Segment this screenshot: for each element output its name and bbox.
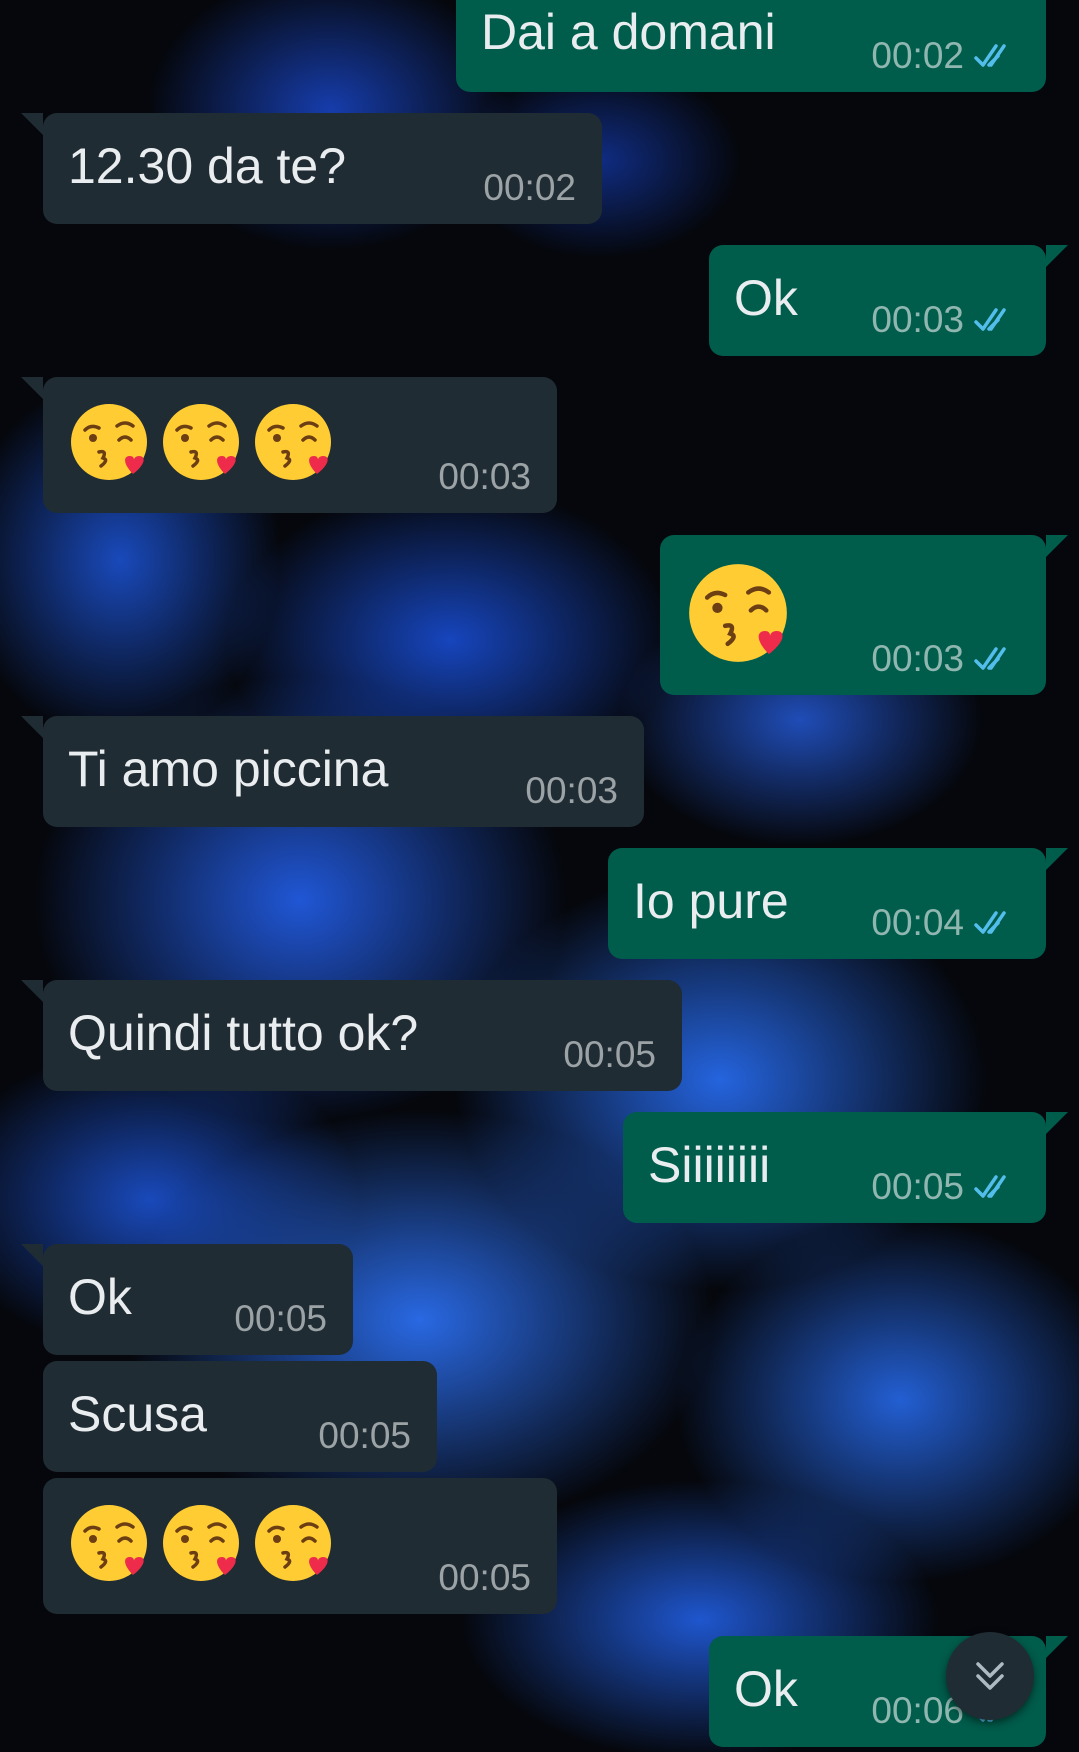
face-blowing-a-kiss-icon <box>163 404 239 480</box>
message-meta: 00:05 <box>563 1035 656 1075</box>
message-meta: 00:02 <box>483 168 576 208</box>
message-meta: 00:03 <box>438 457 531 497</box>
message-text: Siiiiiiii <box>648 1137 771 1193</box>
double-check-icon <box>974 645 1020 673</box>
message-bubble-incoming[interactable]: 00:05 <box>43 1478 557 1614</box>
message-meta: 00:04 <box>871 903 1020 943</box>
message-time: 00:04 <box>871 902 964 943</box>
message-time: 00:02 <box>483 167 576 208</box>
message-time: 00:05 <box>318 1415 411 1456</box>
message-text: Ok <box>734 270 798 326</box>
message-bubble-incoming[interactable]: 12.30 da te? 00:02 <box>21 113 602 224</box>
message-time: 00:05 <box>234 1298 327 1339</box>
face-blowing-a-kiss-icon <box>163 1505 239 1581</box>
message-bubble-incoming[interactable]: Ok 00:05 <box>21 1244 353 1355</box>
message-time: 00:06 <box>871 1690 964 1731</box>
message-meta: 00:05 <box>871 1167 1020 1207</box>
scroll-to-bottom-button[interactable] <box>946 1632 1034 1720</box>
message-bubble-outgoing[interactable]: Ok 00:03 <box>709 245 1068 356</box>
message-text: Io pure <box>633 873 789 929</box>
message-time: 00:03 <box>871 299 964 340</box>
message-bubble-incoming[interactable]: Scusa 00:05 <box>43 1361 437 1472</box>
face-blowing-a-kiss-icon <box>71 404 147 480</box>
message-text: Quindi tutto ok? <box>68 1005 419 1061</box>
message-bubble-incoming[interactable]: 00:03 <box>21 377 557 513</box>
message-bubble-outgoing[interactable]: Dai a domani 00:02 <box>456 0 1046 92</box>
message-meta: 00:03 <box>525 771 618 811</box>
message-text: 12.30 da te? <box>68 138 347 194</box>
message-list[interactable]: Dai a domani 00:02 12.30 da te? 00:02 Ok… <box>0 0 1079 1752</box>
message-bubble-outgoing[interactable]: 00:03 <box>660 535 1068 695</box>
message-meta: 00:02 <box>871 36 1020 76</box>
double-check-icon <box>974 42 1020 70</box>
double-check-icon <box>974 306 1020 334</box>
emoji-row <box>684 559 792 667</box>
emoji-row <box>67 1501 335 1585</box>
message-time: 00:03 <box>871 638 964 679</box>
message-meta: 00:03 <box>871 639 1020 679</box>
double-chevron-down-icon <box>976 1662 1004 1690</box>
message-text: Ok <box>68 1269 132 1325</box>
message-meta: 00:03 <box>871 300 1020 340</box>
message-meta: 00:05 <box>234 1299 327 1339</box>
face-blowing-a-kiss-icon <box>71 1505 147 1581</box>
message-time: 00:05 <box>563 1034 656 1075</box>
message-meta: 00:05 <box>318 1416 411 1456</box>
face-blowing-a-kiss-icon <box>255 1505 331 1581</box>
message-time: 00:03 <box>525 770 618 811</box>
message-bubble-outgoing[interactable]: Io pure 00:04 <box>608 848 1068 959</box>
message-bubble-incoming[interactable]: Ti amo piccina 00:03 <box>21 716 644 827</box>
message-time: 00:02 <box>871 35 964 76</box>
message-bubble-incoming[interactable]: Quindi tutto ok? 00:05 <box>21 980 682 1091</box>
message-text: Ok <box>734 1661 798 1717</box>
face-blowing-a-kiss-icon <box>689 564 787 662</box>
message-meta: 00:05 <box>438 1558 531 1598</box>
message-text: Ti amo piccina <box>68 741 389 797</box>
message-time: 00:05 <box>438 1557 531 1598</box>
message-time: 00:05 <box>871 1166 964 1207</box>
face-blowing-a-kiss-icon <box>255 404 331 480</box>
emoji-row <box>67 400 335 484</box>
message-text: Scusa <box>68 1386 207 1442</box>
message-text: Dai a domani <box>481 4 776 60</box>
double-check-icon <box>974 909 1020 937</box>
message-bubble-outgoing[interactable]: Siiiiiiii 00:05 <box>623 1112 1068 1223</box>
double-check-icon <box>974 1173 1020 1201</box>
message-time: 00:03 <box>438 456 531 497</box>
